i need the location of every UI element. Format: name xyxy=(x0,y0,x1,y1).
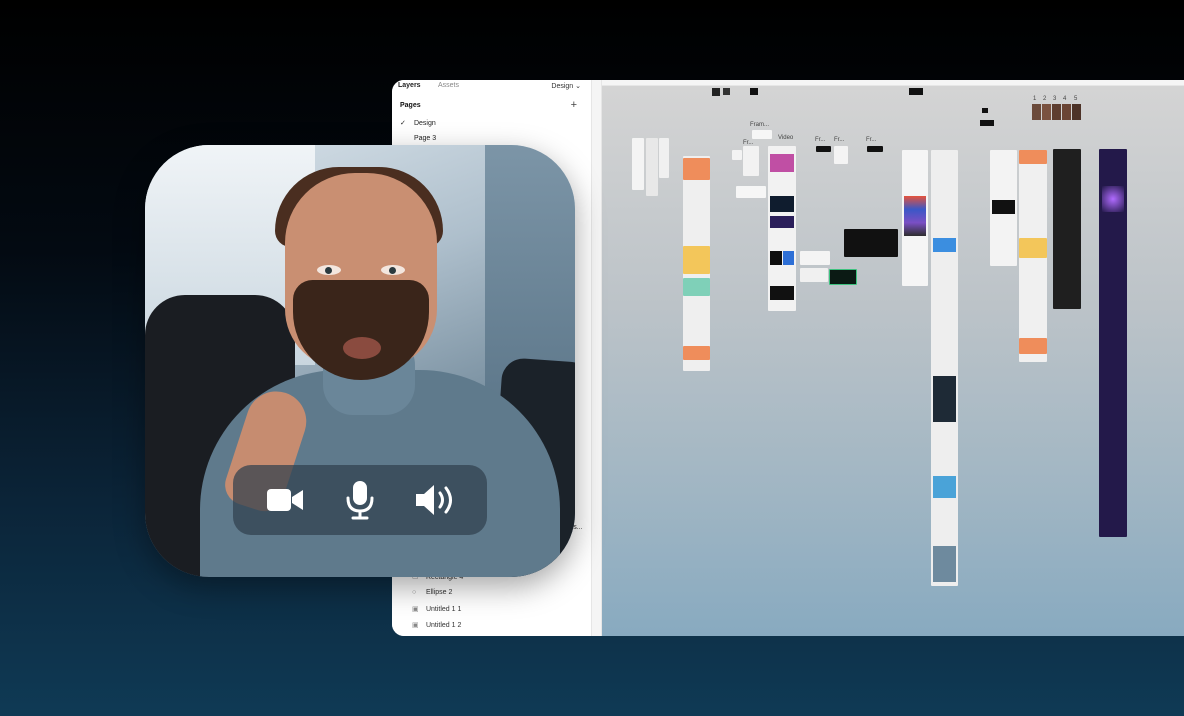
design-frame-accent[interactable] xyxy=(1019,338,1047,354)
design-frame[interactable] xyxy=(800,268,828,282)
frame-number-2: 2 xyxy=(1043,96,1047,102)
canvas-thumbnail[interactable] xyxy=(723,88,730,95)
pages-title: Pages xyxy=(400,102,421,109)
canvas-thumbnail[interactable] xyxy=(933,238,956,252)
pages-header: Pages + xyxy=(400,99,581,111)
canvas-thumbnail[interactable] xyxy=(909,88,923,95)
design-frame[interactable] xyxy=(844,229,898,257)
design-frame[interactable] xyxy=(931,150,958,586)
video-camera-icon xyxy=(266,489,303,511)
design-frame[interactable] xyxy=(743,146,759,176)
design-frame[interactable] xyxy=(732,150,742,160)
design-canvas[interactable]: 1 2 3 4 5 Fram... Fr... Fr... Fr... Fr..… xyxy=(602,86,1184,636)
frame-label[interactable]: Video xyxy=(778,135,793,141)
design-frame[interactable] xyxy=(646,138,658,196)
canvas-thumbnail[interactable] xyxy=(783,251,794,265)
design-frame-accent[interactable] xyxy=(683,346,710,360)
participant-eye xyxy=(317,265,341,275)
design-frame-accent[interactable] xyxy=(683,278,710,296)
participant-eye xyxy=(381,265,405,275)
image-icon: ▣ xyxy=(412,622,419,629)
canvas-thumbnail[interactable] xyxy=(933,476,956,498)
layer-item-label: Untitled 1 1 xyxy=(425,606,462,613)
frame-label[interactable]: Fr... xyxy=(815,137,825,143)
design-frame-accent[interactable] xyxy=(1019,238,1047,258)
frame-number-5: 5 xyxy=(1074,96,1078,102)
microphone-icon xyxy=(346,481,374,520)
design-frame[interactable] xyxy=(816,146,831,152)
canvas-thumbnail[interactable] xyxy=(992,200,1015,214)
speaker-volume-icon xyxy=(416,485,453,515)
design-frame-accent[interactable] xyxy=(683,158,710,180)
tab-layers[interactable]: Layers xyxy=(398,82,421,89)
camera-button[interactable] xyxy=(257,472,313,528)
layer-item-ellipse[interactable]: ○ Ellipse 2 xyxy=(412,589,452,596)
canvas-thumbnail[interactable] xyxy=(1102,186,1124,212)
canvas-thumbnail[interactable] xyxy=(750,88,758,95)
canvas-thumbnail[interactable] xyxy=(933,376,956,422)
design-frame-accent[interactable] xyxy=(1019,150,1047,164)
canvas-thumbnail[interactable] xyxy=(1042,104,1051,120)
canvas-thumbnail[interactable] xyxy=(770,154,794,172)
canvas-thumbnail[interactable] xyxy=(1062,104,1071,120)
add-page-icon[interactable]: + xyxy=(571,99,577,111)
check-icon: ✓ xyxy=(400,120,406,127)
canvas-thumbnail[interactable] xyxy=(712,88,720,96)
microphone-button[interactable] xyxy=(332,472,388,528)
design-frame[interactable] xyxy=(829,269,857,285)
call-controls-bar xyxy=(233,465,487,535)
frame-number-3: 3 xyxy=(1053,96,1057,102)
frame-label[interactable]: Fram... xyxy=(750,122,769,128)
design-frame[interactable] xyxy=(752,130,772,139)
canvas-thumbnail[interactable] xyxy=(1072,104,1081,120)
canvas-thumbnail[interactable] xyxy=(980,120,994,126)
design-frame[interactable] xyxy=(736,186,766,198)
video-call-tile xyxy=(145,145,575,577)
design-frame[interactable] xyxy=(659,138,669,178)
page-item-page-3[interactable]: Page 3 xyxy=(400,135,436,142)
canvas-thumbnail[interactable] xyxy=(904,196,926,236)
layer-item-label: Untitled 1 2 xyxy=(425,622,462,629)
design-frame[interactable] xyxy=(867,146,883,152)
design-frame[interactable] xyxy=(800,251,830,265)
layer-item-image-1[interactable]: ▣ Untitled 1 1 xyxy=(412,605,461,613)
frame-number-1: 1 xyxy=(1033,96,1037,102)
speaker-button[interactable] xyxy=(407,472,463,528)
panel-tabs: Layers Assets Design ⌄ xyxy=(392,82,591,96)
participant-mouth xyxy=(343,337,381,359)
canvas-thumbnail[interactable] xyxy=(770,251,782,265)
frame-label[interactable]: Fr... xyxy=(866,137,876,143)
canvas-thumbnail[interactable] xyxy=(1052,104,1061,120)
ruler-left xyxy=(592,80,602,636)
layer-item-label: Ellipse 2 xyxy=(425,589,453,596)
page-item-design[interactable]: ✓ Design xyxy=(400,119,436,127)
image-icon: ▣ xyxy=(412,606,419,613)
design-frame[interactable] xyxy=(1053,149,1081,309)
design-frame-accent[interactable] xyxy=(683,246,710,274)
frame-number-4: 4 xyxy=(1063,96,1067,102)
layer-item-image-2[interactable]: ▣ Untitled 1 2 xyxy=(412,621,461,629)
canvas-thumbnail[interactable] xyxy=(933,546,956,582)
canvas-thumbnail[interactable] xyxy=(770,216,794,228)
canvas-thumbnail[interactable] xyxy=(770,286,794,300)
page-select-dropdown[interactable]: Design ⌄ xyxy=(551,82,581,90)
page-item-label: Page 3 xyxy=(413,135,437,142)
canvas-thumbnail[interactable] xyxy=(770,196,794,212)
page-item-label: Design xyxy=(413,120,436,127)
design-frame[interactable] xyxy=(834,146,848,164)
canvas-thumbnail[interactable] xyxy=(1032,104,1041,120)
tab-assets[interactable]: Assets xyxy=(438,82,459,89)
ellipse-icon: ○ xyxy=(412,589,417,596)
canvas-thumbnail[interactable] xyxy=(982,108,988,113)
design-frame[interactable] xyxy=(632,138,644,190)
frame-label[interactable]: Fr... xyxy=(834,137,844,143)
